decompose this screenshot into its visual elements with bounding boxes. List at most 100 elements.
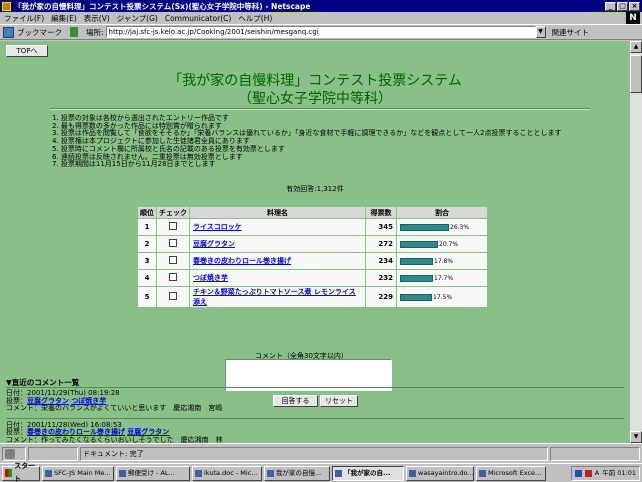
dish-link[interactable]: チキン＆野菜たっぷりトマトソース煮 レモンライス添え	[193, 288, 356, 306]
dish-link[interactable]: つぼ焼き芋	[193, 274, 228, 282]
related-sites-button[interactable]: 関連サイト	[552, 27, 590, 38]
taskbar-task-button[interactable]: 我が家の自慢...	[264, 465, 330, 481]
netscape-app-icon	[2, 1, 11, 11]
ratio-cell: 17.7%	[397, 270, 487, 286]
entry-comment: コメント：栄養のバランスがよくていいと思います 慶応湘南 宮嶋	[6, 404, 223, 413]
task-label: 「我が家の自...	[344, 468, 391, 477]
taskbar-task-button[interactable]: 「我が家の自...	[332, 465, 404, 481]
header-dish: 料理名	[190, 207, 365, 218]
taskbar-task-button[interactable]: SFC-JS Main Me...	[42, 465, 114, 481]
close-button[interactable]: ×	[629, 1, 640, 11]
table-row: 3 春巻きの皮わりロール巻き揚げ 234 17.8%	[138, 253, 487, 269]
list-item: 日付：2001/11/28(Wed) 16:08:53 投票：春巻きの皮わりロール…	[6, 421, 624, 443]
dish-link[interactable]: ライスコロッケ	[193, 223, 242, 231]
scroll-down-icon[interactable]: ▼	[630, 431, 642, 443]
ratio-bar	[400, 240, 438, 248]
header-check: チェック	[157, 207, 189, 218]
ratio-label: 17.7%	[434, 274, 454, 282]
task-label: wasayaintro.do...	[418, 468, 474, 477]
url-dropdown-chevron-icon[interactable]: ▼	[535, 26, 546, 38]
vote-checkbox-cell	[157, 219, 189, 235]
vertical-scrollbar[interactable]: ▲ ▼	[630, 41, 642, 443]
dish-name-cell: チキン＆野菜たっぷりトマトソース煮 レモンライス添え	[190, 287, 365, 307]
taskbar-task-button[interactable]: Microsoft Exce...	[476, 465, 546, 481]
ratio-cell: 26.3%	[397, 219, 487, 235]
recent-comments-list: 日付：2001/11/29(Thu) 08:19:28 投票：豆腐グラタン つぼ焼…	[6, 389, 624, 443]
system-tray: A 午前 01:01	[570, 465, 640, 481]
bookmarks-icon[interactable]	[3, 26, 14, 38]
votes-cell: 234	[366, 253, 396, 269]
table-row: 4 つぼ焼き芋 232 17.7%	[138, 270, 487, 286]
valid-votes-count: 有効回答:1,312件	[286, 185, 344, 193]
page-subtitle: （聖心女子学院中等科）	[238, 91, 392, 107]
location-toolbar: ブックマーク 場所: http://jaj.sfc-js.keio.ac.jp/…	[0, 24, 642, 40]
taskbar-task-button[interactable]: 郵便受け - AL...	[116, 465, 190, 481]
start-button[interactable]: スタート	[2, 462, 40, 482]
recent-divider	[6, 387, 624, 388]
vote-checkbox[interactable]	[169, 292, 177, 300]
dish-link[interactable]: 豆腐グラタン	[193, 240, 235, 248]
tray-speaker-icon[interactable]	[584, 469, 592, 477]
page-content: TOPへ 「我が家の自慢料理」コンテスト投票システム （聖心女子学院中等科） 1…	[0, 41, 630, 443]
vote-checkbox-cell	[157, 287, 189, 307]
title-divider	[50, 108, 590, 110]
task-label: 郵便受け - AL...	[128, 468, 175, 477]
window-titlebar: 「我が家の自慢料理」コンテスト投票システム(Sx)(聖心女子学院中等科) - N…	[0, 0, 642, 12]
menu-bar: ファイル(F) 編集(E) 表示(V) ジャンプ(G) Communicator…	[0, 12, 642, 24]
top-button[interactable]: TOPへ	[6, 45, 48, 57]
list-item: 日付：2001/11/29(Thu) 08:19:28 投票：豆腐グラタン つぼ焼…	[6, 389, 624, 413]
task-app-icon	[409, 469, 416, 477]
task-app-icon	[195, 469, 202, 477]
netscape-logo-icon: N	[626, 12, 640, 24]
menu-view[interactable]: 表示(V)	[84, 13, 110, 24]
status-bar: ドキュメント: 完了	[0, 443, 642, 463]
maximize-button[interactable]: □	[617, 1, 628, 11]
rank-cell: 4	[138, 270, 156, 286]
page-title: 「我が家の自慢料理」コンテスト投票システム	[168, 73, 462, 89]
ratio-label: 26.3%	[450, 223, 470, 231]
menu-file[interactable]: ファイル(F)	[4, 13, 44, 24]
url-field[interactable]: http://jaj.sfc-js.keio.ac.jp/Cooking/200…	[105, 26, 536, 38]
task-app-icon	[119, 469, 126, 477]
votes-cell: 232	[366, 270, 396, 286]
ratio-label: 17.8%	[434, 257, 454, 265]
dish-link[interactable]: 春巻きの皮わりロール巻き揚げ	[193, 257, 291, 265]
menu-help[interactable]: ヘルプ(H)	[238, 13, 272, 24]
vote-checkbox[interactable]	[169, 239, 177, 247]
table-row: 2 豆腐グラタン 272 20.7%	[138, 236, 487, 252]
header-rank: 順位	[138, 207, 156, 218]
taskbar-task-button[interactable]: ikuta.doc - Mic...	[192, 465, 262, 481]
header-ratio: 割合	[397, 207, 487, 218]
vote-checkbox[interactable]	[169, 222, 177, 230]
bookmarks-button[interactable]: ブックマーク	[17, 27, 62, 38]
security-lock-icon[interactable]	[2, 446, 26, 461]
menu-communicator[interactable]: Communicator(C)	[165, 14, 231, 23]
taskbar-task-button[interactable]: wasayaintro.do...	[406, 465, 474, 481]
start-label: スタート	[14, 462, 36, 482]
header-votes: 得票数	[366, 207, 396, 218]
vote-checkbox[interactable]	[169, 256, 177, 264]
ratio-cell: 17.8%	[397, 253, 487, 269]
task-label: Microsoft Exce...	[488, 468, 542, 477]
task-label: 我が家の自慢...	[276, 468, 322, 477]
rank-cell: 5	[138, 287, 156, 307]
vote-checkbox[interactable]	[169, 273, 177, 281]
scroll-up-icon[interactable]: ▲	[630, 41, 642, 53]
page-proxy-icon[interactable]	[70, 27, 78, 37]
location-label: 場所:	[86, 27, 104, 37]
ratio-bar	[400, 293, 432, 301]
table-row: 1 ライスコロッケ 345 26.3%	[138, 219, 487, 235]
ime-indicator[interactable]: A	[595, 467, 599, 480]
minimize-button[interactable]: _	[605, 1, 616, 11]
tray-app-icon[interactable]	[574, 469, 582, 477]
vote-checkbox-cell	[157, 236, 189, 252]
scroll-thumb[interactable]	[630, 55, 642, 93]
task-label: ikuta.doc - Mic...	[204, 468, 258, 477]
menu-edit[interactable]: 編集(E)	[51, 13, 77, 24]
rule-item: 7. 投票期間は11月15日から11月28日までとします	[52, 160, 216, 169]
clock: 午前 01:01	[602, 468, 636, 477]
entry-divider	[6, 417, 624, 419]
task-app-icon	[479, 469, 486, 477]
menu-go[interactable]: ジャンプ(G)	[117, 13, 158, 24]
task-app-icon	[267, 469, 274, 477]
